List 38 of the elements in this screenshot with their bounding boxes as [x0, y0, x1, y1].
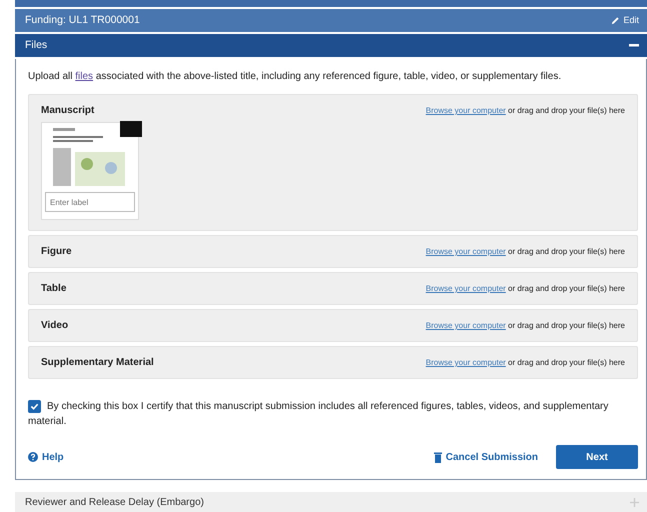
upload-label: Video — [41, 320, 68, 332]
certify-text: By checking this box I certify that this manuscript submission includes all referenced figures, tables, videos, and supplementary material. — [28, 399, 610, 430]
edit-button[interactable]: Edit — [611, 15, 639, 26]
browse-link[interactable]: Browse your computer — [426, 247, 506, 256]
drop-text: Browse your computer or drag and drop your file(s) here — [426, 247, 625, 256]
upload-label: Supplementary Material — [41, 357, 154, 368]
cancel-submission-button[interactable]: Cancel Submission — [434, 452, 538, 463]
files-link[interactable]: files — [75, 71, 94, 82]
embargo-title: Reviewer and Release Delay (Embargo) — [25, 496, 204, 508]
upload-label: Table — [41, 283, 66, 294]
label-input[interactable]: Enter label — [45, 192, 135, 212]
intro-text: Upload all files associated with the above-listed title, including any referenced figure, table, video, or supplementary files. — [28, 71, 562, 82]
upload-label: Figure — [41, 246, 72, 258]
embargo-header[interactable]: Reviewer and Release Delay (Embargo) — [15, 492, 647, 512]
help-icon — [28, 452, 38, 462]
drop-text: Browse your computer or drag and drop your file(s) here — [426, 358, 625, 368]
drop-text: Browse your computer or drag and drop your file(s) here — [426, 106, 625, 116]
files-title: Files — [25, 39, 48, 52]
browse-link[interactable]: Browse your computer — [426, 358, 506, 368]
upload-area[interactable]: Video Browse your computer or drag and drop your file(s) here — [28, 309, 638, 342]
upload-area[interactable]: Manuscript Browse your computer or drag and drop your file(s) here Enter label — [28, 94, 638, 232]
drop-text: Browse your computer or drag and drop your file(s) here — [426, 321, 625, 330]
file-badge[interactable] — [120, 121, 142, 138]
help-button[interactable]: Help — [28, 452, 64, 463]
next-button[interactable]: Next — [556, 445, 638, 470]
browse-link[interactable]: Browse your computer — [426, 321, 506, 330]
pencil-icon — [611, 16, 620, 25]
trash-icon — [434, 452, 442, 463]
upload-area[interactable]: Figure Browse your computer or drag and drop your file(s) here — [28, 235, 638, 268]
drop-text: Browse your computer or drag and drop your file(s) here — [426, 284, 625, 294]
browse-link[interactable]: Browse your computer — [426, 284, 506, 294]
upload-area[interactable]: Table Browse your computer or drag and drop your file(s) here — [28, 272, 638, 306]
funding-title: Funding: UL1 TR000001 — [25, 14, 140, 26]
certify-checkbox[interactable] — [28, 400, 41, 414]
browse-link[interactable]: Browse your computer — [426, 106, 506, 116]
upload-area[interactable]: Supplementary Material Browse your computer or drag and drop your file(s) here — [28, 346, 638, 380]
files-header[interactable]: Files — [15, 34, 647, 58]
upload-label: Manuscript — [41, 105, 94, 116]
